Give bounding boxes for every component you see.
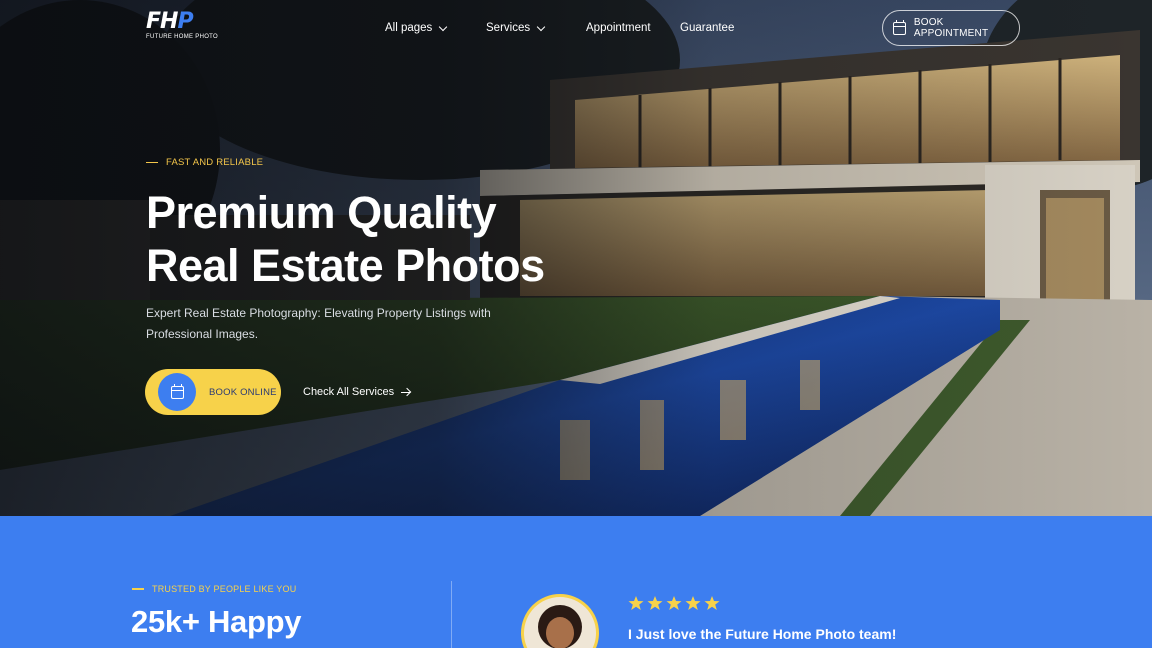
logo-mark: FHP — [146, 9, 226, 34]
logo-subtitle: FUTURE HOME PHOTO — [146, 34, 218, 40]
nav-item-appointment[interactable]: Appointment — [586, 20, 680, 36]
hero-title-line-2: Real Estate Photos — [146, 240, 545, 291]
hero-title: Premium Quality Real Estate Photos — [146, 186, 606, 292]
star-icon — [704, 596, 720, 610]
hero-section: FHP FUTURE HOME PHOTO All pages Services… — [0, 0, 1152, 516]
hero-title-line-1: Premium Quality — [146, 187, 497, 238]
trust-headline: 25k+ Happy — [131, 604, 302, 639]
star-icon — [628, 596, 644, 610]
nav-item-label: All pages — [385, 22, 433, 34]
testimonial-quote: I Just love the Future Home Photo team! — [628, 626, 897, 642]
hero-eyebrow-text: FAST AND RELIABLE — [166, 157, 264, 168]
avatar-image — [524, 597, 596, 648]
trust-section: TRUSTED BY PEOPLE LIKE YOU 25k+ Happy I … — [0, 516, 1152, 648]
nav-item-label: Appointment — [586, 22, 651, 34]
hero-eyebrow: FAST AND RELIABLE — [146, 157, 263, 168]
logo-letters: FHP — [146, 9, 194, 34]
calendar-icon — [893, 19, 906, 35]
book-appointment-label: BOOK APPOINTMENT — [913, 17, 989, 39]
eyebrow-dash — [132, 588, 144, 590]
calendar-icon — [170, 383, 184, 399]
book-online-label: BOOK ONLINE — [209, 386, 277, 398]
nav-item-guarantee[interactable]: Guarantee — [680, 20, 734, 36]
star-icon — [666, 596, 682, 610]
star-icon — [685, 596, 701, 610]
section-divider — [451, 581, 452, 648]
trust-eyebrow: TRUSTED BY PEOPLE LIKE YOU — [132, 584, 296, 594]
eyebrow-dash — [146, 161, 158, 164]
nav-item-label: Guarantee — [680, 22, 735, 34]
rating-stars — [628, 595, 720, 611]
nav-item-all-pages[interactable]: All pages — [385, 20, 486, 36]
main-nav: All pages Services Appointment Guarantee — [385, 20, 734, 36]
hero-description: Expert Real Estate Photography: Elevatin… — [146, 306, 491, 341]
site-logo[interactable]: FHP FUTURE HOME PHOTO — [146, 9, 226, 44]
check-all-services-link[interactable]: Check All Services — [303, 386, 411, 398]
star-icon — [647, 596, 663, 610]
nav-item-services[interactable]: Services — [486, 20, 586, 36]
testimonial-avatar — [521, 594, 599, 648]
nav-item-label: Services — [486, 22, 531, 34]
book-online-button[interactable]: BOOK ONLINE — [145, 369, 281, 415]
chevron-down-icon — [439, 22, 448, 31]
check-all-services-label: Check All Services — [303, 386, 395, 398]
arrow-right-icon — [401, 387, 411, 397]
book-appointment-button[interactable]: BOOK APPOINTMENT — [882, 10, 1020, 46]
calendar-icon-circle — [158, 373, 196, 411]
trust-eyebrow-text: TRUSTED BY PEOPLE LIKE YOU — [152, 584, 297, 594]
chevron-down-icon — [536, 22, 546, 31]
